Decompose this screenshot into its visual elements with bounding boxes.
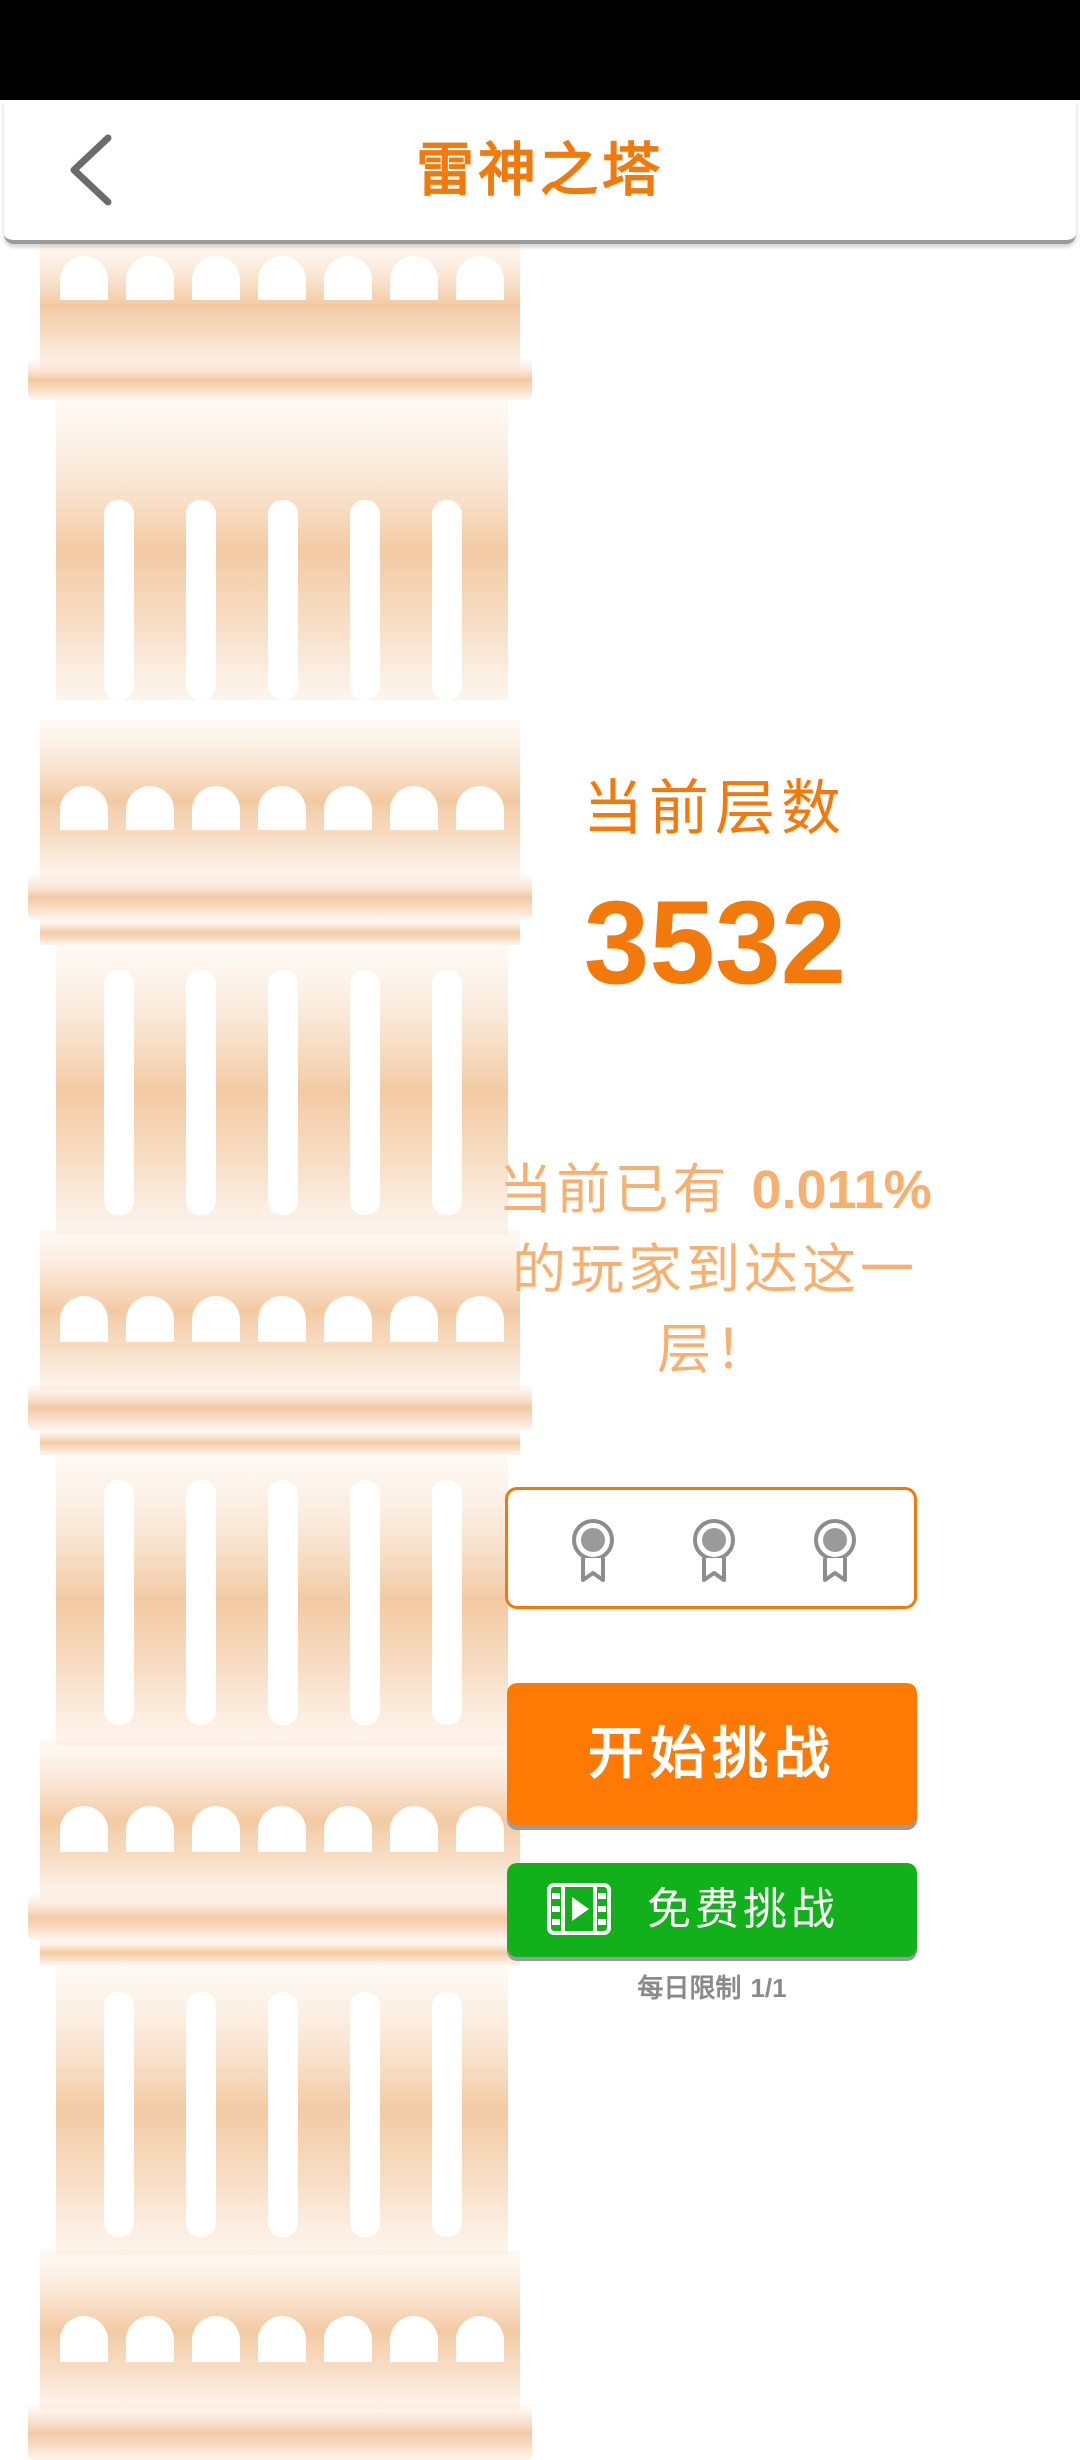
reach-prefix: 当前已有 — [498, 1158, 731, 1221]
medal-icon — [693, 1519, 735, 1582]
medal-icon — [572, 1519, 614, 1582]
reward-medals-box — [505, 1487, 917, 1609]
medal-icon — [814, 1519, 856, 1582]
daily-limit-value: 1/1 — [750, 1973, 787, 2003]
free-challenge-label: 免费挑战 — [647, 1884, 839, 1935]
video-icon — [547, 1883, 611, 1935]
page-title: 雷神之塔 — [415, 136, 664, 204]
player-reach-text: 当前已有 0.011% 的玩家到达这一层！ — [470, 1150, 960, 1390]
current-floor-label: 当前层数 — [583, 774, 847, 844]
free-challenge-button[interactable]: 免费挑战 — [507, 1863, 917, 1957]
start-challenge-button[interactable]: 开始挑战 — [507, 1683, 917, 1825]
current-floor-number: 3532 — [583, 877, 847, 1009]
daily-limit-label: 每日限制 — [637, 1974, 742, 2004]
reach-percent: 0.011% — [751, 1160, 932, 1220]
header-bar: 雷神之塔 — [4, 100, 1076, 244]
daily-limit-text: 每日限制 1/1 — [507, 1968, 917, 2005]
reach-suffix: 的玩家到达这一层！ — [512, 1238, 918, 1381]
